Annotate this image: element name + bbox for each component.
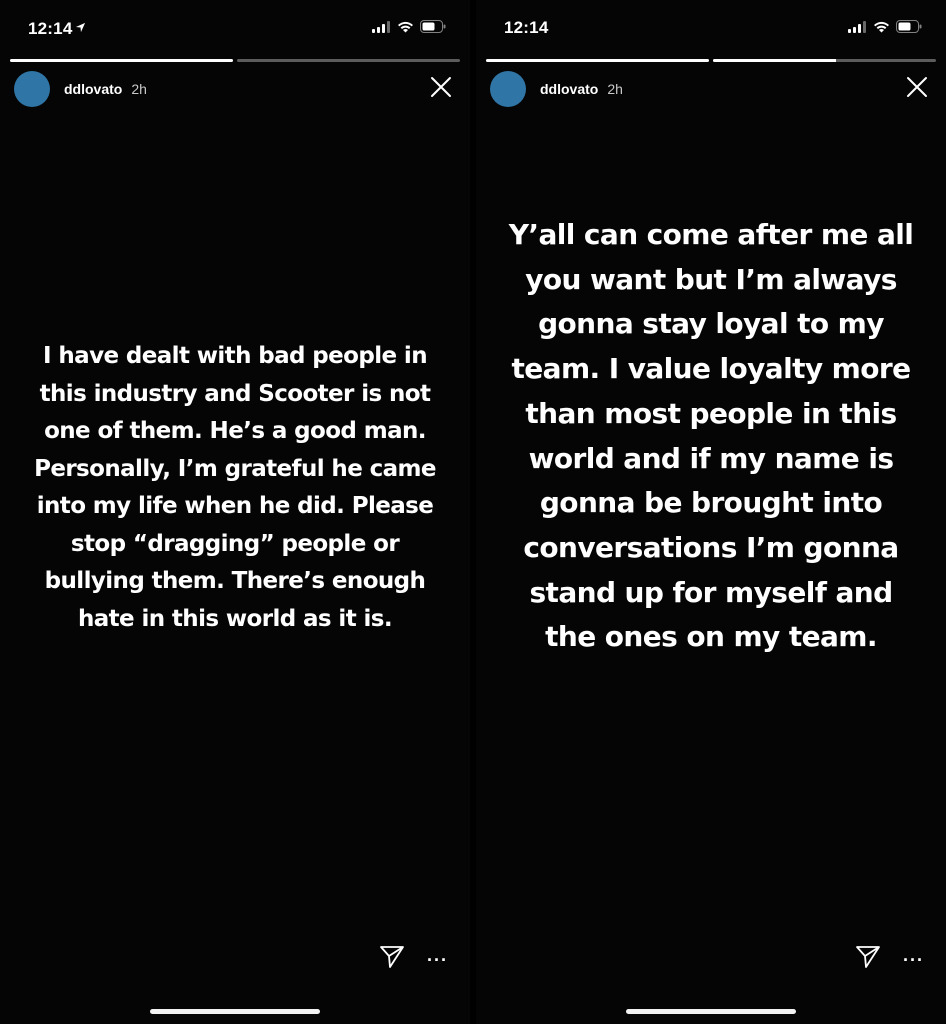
status-time-text: 12:14 — [28, 19, 73, 38]
progress-segment — [713, 59, 936, 62]
story-text-line: stop “dragging” people or — [70, 530, 400, 557]
status-time: 12:14 — [504, 18, 548, 38]
story-text-line: stand up for myself and — [529, 575, 893, 609]
story-progress — [10, 59, 460, 62]
location-arrow-icon — [75, 18, 86, 38]
story-text-line: into my life when he did. Please — [36, 493, 434, 519]
username[interactable]: ddlovato — [64, 81, 122, 97]
status-time: 12:14 — [28, 18, 86, 39]
battery-icon — [896, 20, 922, 38]
close-button[interactable] — [904, 76, 930, 102]
wifi-icon — [397, 20, 414, 38]
story-text-line: I have dealt with bad people in — [43, 343, 428, 369]
avatar[interactable] — [490, 71, 526, 107]
home-indicator[interactable] — [626, 1009, 796, 1014]
status-time-text: 12:14 — [504, 18, 549, 37]
story-text: Y’all can come after me all you want but … — [486, 213, 936, 660]
username[interactable]: ddlovato — [540, 81, 598, 97]
story-progress — [486, 59, 936, 62]
story-text-line: Y’all can come after me all — [508, 218, 914, 251]
send-button[interactable] — [855, 945, 881, 974]
story-text-line: hate in this world as it is. — [77, 605, 393, 632]
story-text-line: conversations I’m gonna — [523, 530, 899, 564]
status-indicators — [372, 20, 446, 38]
story-text-line: this industry and Scooter is not — [39, 380, 431, 407]
progress-segment — [10, 59, 233, 62]
story-actions: ··· — [379, 945, 448, 974]
close-icon — [906, 76, 928, 103]
story-text-line: gonna be brought into — [539, 486, 883, 520]
send-icon — [379, 945, 405, 974]
send-icon — [855, 945, 881, 974]
story-panel-left: 12:14 ddlovato 2h I have dealt with bad … — [0, 0, 470, 1024]
story-text-line: bullying them. There’s enough — [44, 568, 426, 594]
story-header: ddlovato 2h — [490, 70, 936, 108]
status-bar: 12:14 — [0, 14, 470, 42]
story-panel-right: 12:14 ddlovato 2h Y’all can come after m… — [476, 0, 946, 1024]
progress-segment — [237, 59, 460, 62]
story-text-line: Personally, I’m grateful he came — [34, 455, 436, 482]
avatar[interactable] — [14, 71, 50, 107]
status-indicators — [848, 20, 922, 38]
more-options-button[interactable]: ··· — [427, 950, 448, 970]
post-age: 2h — [131, 81, 147, 97]
progress-segment — [486, 59, 709, 62]
story-text-line: one of them. He’s a good man. — [44, 418, 426, 444]
close-button[interactable] — [428, 76, 454, 102]
post-age: 2h — [607, 81, 623, 97]
more-options-icon: ··· — [427, 949, 448, 970]
more-options-icon: ··· — [903, 949, 924, 970]
more-options-button[interactable]: ··· — [903, 950, 924, 970]
status-bar: 12:14 — [476, 14, 946, 42]
story-text-line: you want but I’m always — [525, 262, 897, 296]
cellular-signal-icon — [372, 20, 391, 38]
story-header: ddlovato 2h — [14, 70, 460, 108]
send-button[interactable] — [379, 945, 405, 974]
close-icon — [430, 76, 452, 103]
story-text: I have dealt with bad people in this indu… — [10, 338, 460, 638]
wifi-icon — [873, 20, 890, 38]
home-indicator[interactable] — [150, 1009, 320, 1014]
story-text-line: world and if my name is — [528, 441, 894, 475]
story-text-line: gonna stay loyal to my — [538, 307, 884, 341]
battery-icon — [420, 20, 446, 38]
story-text-line: team. I value loyalty more — [511, 352, 912, 386]
story-text-line: than most people in this — [525, 396, 897, 430]
story-actions: ··· — [855, 945, 924, 974]
story-text-line: the ones on my team. — [545, 620, 877, 654]
cellular-signal-icon — [848, 20, 867, 38]
